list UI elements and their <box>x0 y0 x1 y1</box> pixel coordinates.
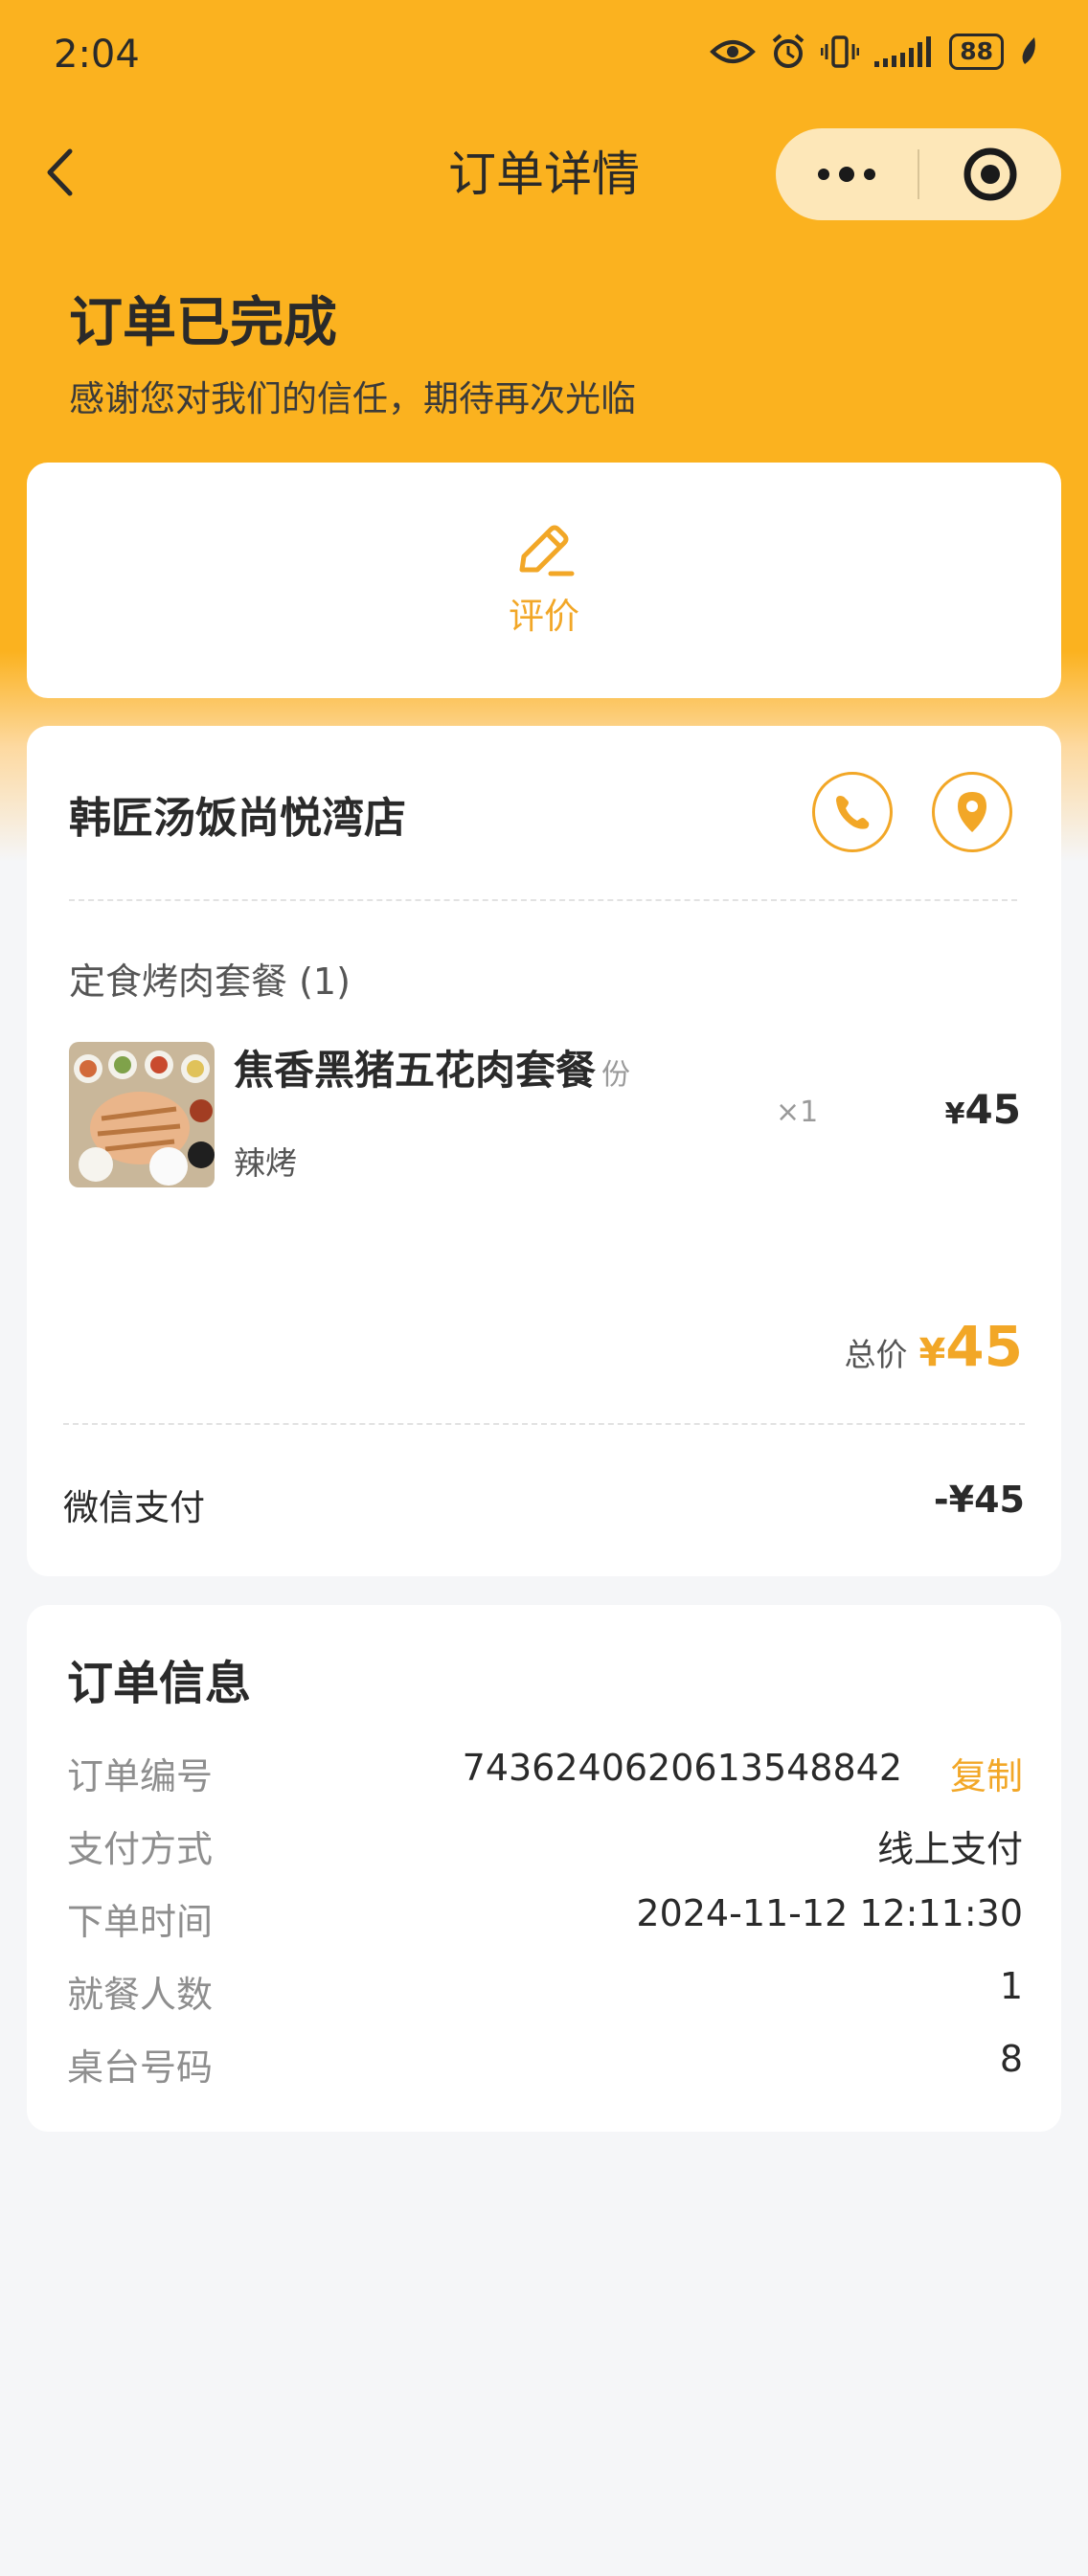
alarm-icon <box>772 34 805 68</box>
call-shop-button[interactable] <box>812 772 893 852</box>
phone-icon <box>836 796 870 829</box>
total-currency: ¥ <box>918 1331 946 1375</box>
target-close-icon <box>963 147 1017 201</box>
table-number-value: 8 <box>999 2038 1023 2080</box>
order-time-label: 下单时间 <box>67 1901 214 1943</box>
shop-name: 韩匠汤饭尚悦湾店 <box>69 794 406 843</box>
status-icons: 88 <box>710 33 1038 71</box>
payment-amount: -¥45 <box>933 1479 1025 1521</box>
table-number-label: 桌台号码 <box>67 2046 214 2089</box>
item-price: ¥45 <box>945 1086 1021 1133</box>
more-button[interactable] <box>776 128 918 220</box>
divider <box>63 1423 1025 1425</box>
battery-indicator: 88 <box>949 34 1004 70</box>
close-button[interactable] <box>919 128 1061 220</box>
shop-location-button[interactable] <box>932 772 1012 852</box>
more-dot <box>818 169 829 180</box>
item-image <box>69 1042 215 1187</box>
more-dot <box>839 167 854 182</box>
item-name-row: 焦香黑猪五花肉套餐份 <box>234 1038 630 1096</box>
payment-method: 微信支付 <box>63 1487 205 1528</box>
total-label: 总价 <box>844 1336 908 1373</box>
order-status-subtitle: 感谢您对我们的信任，期待再次光临 <box>69 378 636 419</box>
review-label: 评价 <box>509 596 579 637</box>
item-unit: 份 <box>601 1058 631 1092</box>
review-card: 评价 <box>27 463 1061 698</box>
eye-icon <box>710 40 757 63</box>
order-number-label: 订单编号 <box>67 1755 214 1797</box>
item-spec: 辣烤 <box>234 1144 297 1182</box>
leaf-icon <box>1022 37 1035 64</box>
copy-order-number-button[interactable]: 复制 <box>950 1747 1023 1799</box>
order-items-card: 韩匠汤饭尚悦湾店 定食烤肉套餐 (1) 焦香黑猪五花肉套餐份 辣烤 ×1 ¥45… <box>27 726 1061 1576</box>
order-time-value: 2024-11-12 12:11:30 <box>636 1892 1023 1934</box>
vibrate-icon <box>821 35 860 68</box>
payment-type-label: 支付方式 <box>67 1828 214 1870</box>
total-value: 45 <box>945 1314 1023 1379</box>
location-pin-icon <box>958 792 986 832</box>
item-currency: ¥ <box>944 1097 965 1131</box>
order-info-title: 订单信息 <box>67 1657 252 1710</box>
more-dot <box>864 169 875 180</box>
review-button[interactable]: 评价 <box>27 463 1061 698</box>
order-info-card: 订单信息 订单编号 7436240620613548842 复制 支付方式 线上… <box>27 1605 1061 2132</box>
payment-type-value: 线上支付 <box>876 1828 1023 1870</box>
item-quantity: ×1 <box>776 1096 819 1129</box>
diners-count-value: 1 <box>999 1965 1023 2007</box>
mini-program-capsule <box>776 128 1061 220</box>
signal-icon <box>874 36 932 67</box>
chevron-left-icon <box>47 148 73 196</box>
divider <box>69 899 1017 901</box>
order-number-value: 7436240620613548842 <box>462 1747 902 1789</box>
order-status-title: 订单已完成 <box>69 292 337 354</box>
item-name: 焦香黑猪五花肉套餐 <box>234 1047 597 1094</box>
total-row: 总价 ¥45 <box>844 1314 1023 1379</box>
edit-pencil-icon <box>519 525 575 576</box>
status-time: 2:04 <box>54 33 140 77</box>
item-price-value: 45 <box>964 1086 1021 1133</box>
item-category: 定食烤肉套餐 (1) <box>69 960 351 1003</box>
diners-count-label: 就餐人数 <box>67 1974 214 2016</box>
back-button[interactable] <box>38 144 80 201</box>
